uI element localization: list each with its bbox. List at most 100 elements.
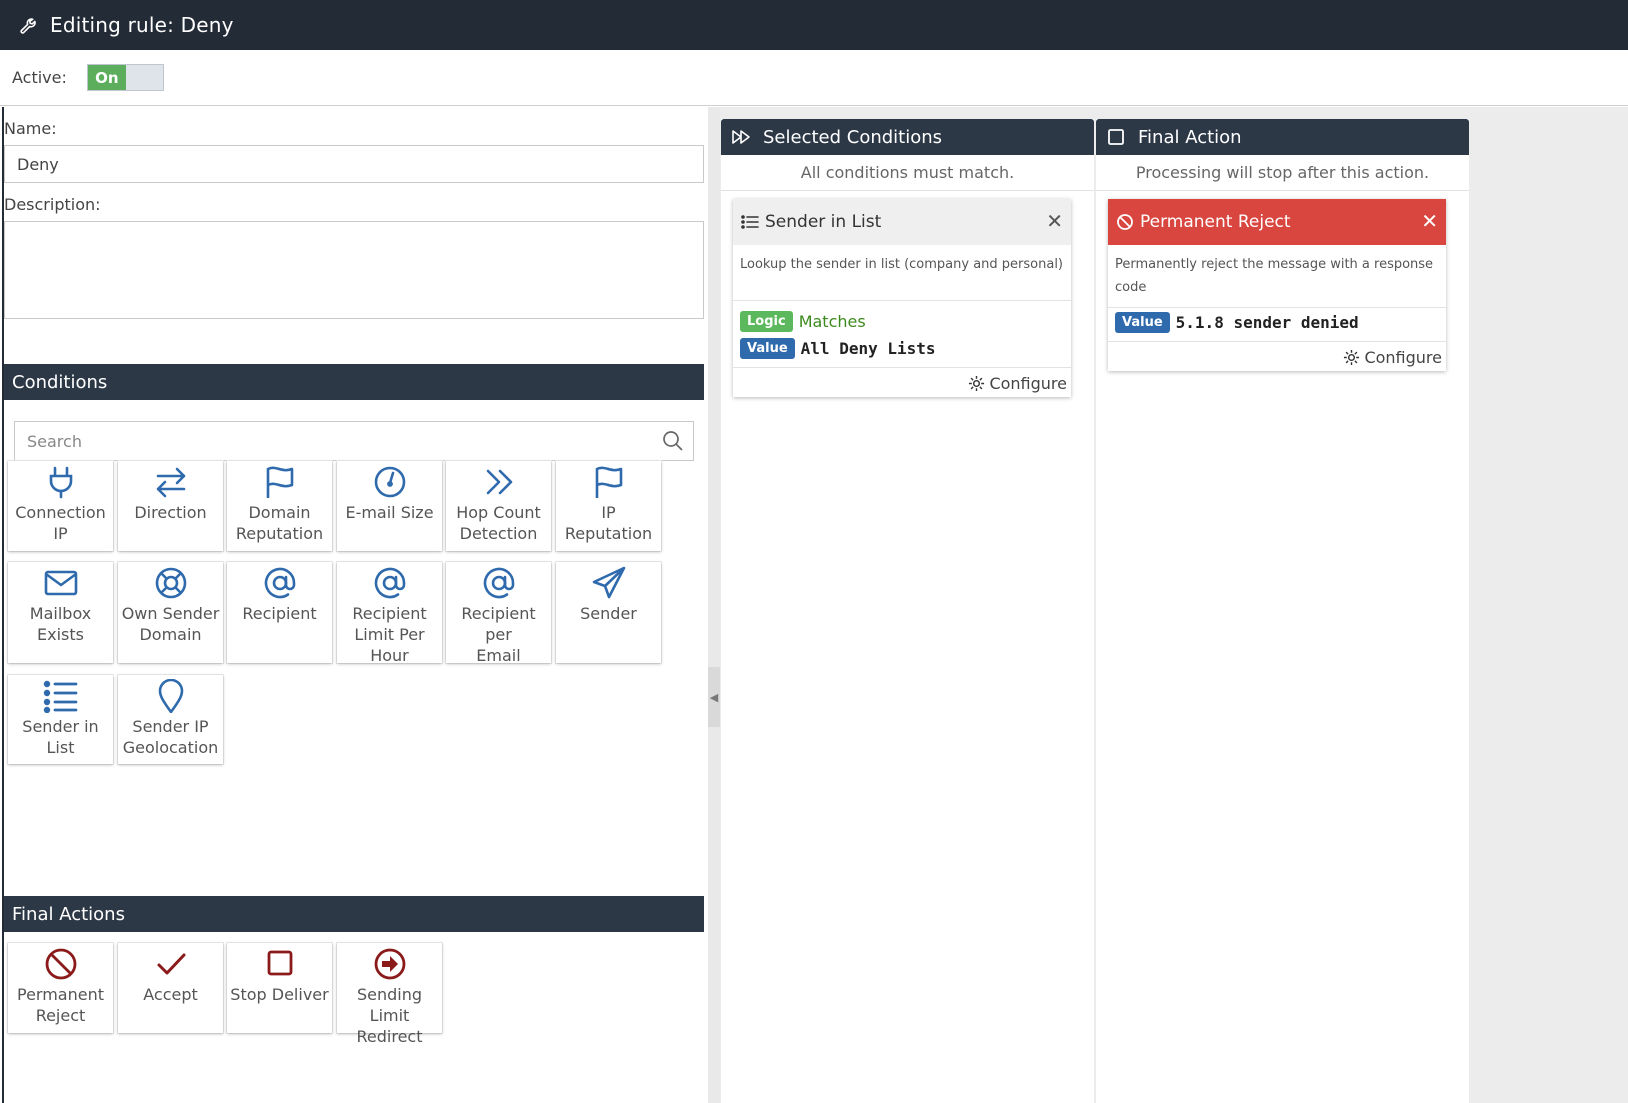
condition-tile-sender-ip-geolocation[interactable]: Sender IP Geolocation bbox=[118, 675, 223, 764]
tile-label: Connection bbox=[15, 503, 106, 522]
conditions-heading: Conditions bbox=[4, 364, 704, 400]
condition-tile-sender[interactable]: Sender bbox=[556, 562, 661, 663]
final-action-header: Final Action bbox=[1096, 119, 1469, 155]
value-row: Value All Deny Lists bbox=[733, 338, 1071, 359]
tile-label: Sender in bbox=[22, 717, 99, 736]
final-action-card-title: Permanent Reject bbox=[1140, 212, 1291, 232]
final-action-card-description: Permanently reject the message with a re… bbox=[1108, 245, 1446, 308]
wrench-icon bbox=[20, 18, 36, 34]
list-icon bbox=[43, 680, 77, 713]
tile-label: Recipient bbox=[352, 604, 427, 623]
flag-icon bbox=[595, 466, 622, 498]
rule-editor-panel: Name: Deny Description: Conditions Searc… bbox=[2, 107, 704, 1103]
tile-label: Own Sender bbox=[121, 604, 220, 623]
square-icon bbox=[1108, 129, 1124, 145]
description-label: Description: bbox=[4, 195, 101, 214]
tile-label: Domain bbox=[139, 625, 202, 644]
tile-label: Permanent bbox=[16, 985, 104, 1004]
final-action-value: 5.1.8 sender denied bbox=[1175, 313, 1359, 332]
configure-button[interactable]: Configure bbox=[733, 367, 1071, 397]
fast-forward-icon bbox=[732, 130, 750, 144]
name-input[interactable]: Deny bbox=[4, 145, 704, 183]
configure-label: Configure bbox=[989, 374, 1067, 393]
page-title: Editing rule: Deny bbox=[50, 13, 234, 37]
condition-tile-mailbox-exists[interactable]: Mailbox Exists bbox=[8, 562, 113, 663]
tile-label: E-mail Size bbox=[345, 503, 434, 522]
paper-plane-icon bbox=[592, 566, 625, 599]
tile-label: Direction bbox=[134, 503, 207, 522]
condition-value: All Deny Lists bbox=[800, 339, 936, 358]
condition-tile-ip-reputation[interactable]: IP Reputation bbox=[556, 461, 661, 551]
flag-icon bbox=[266, 466, 293, 498]
tile-label: Detection bbox=[459, 524, 538, 543]
condition-tile-own-sender-domain[interactable]: Own Sender Domain bbox=[118, 562, 223, 663]
condition-tile-sender-in-list[interactable]: Sender in List bbox=[8, 675, 113, 764]
gear-icon bbox=[1344, 349, 1360, 366]
list-icon bbox=[741, 215, 759, 229]
condition-card-title: Sender in List bbox=[765, 212, 882, 232]
logic-value: Matches bbox=[798, 312, 866, 331]
arrow-circle-right-icon bbox=[374, 948, 405, 980]
condition-tile-email-size[interactable]: E-mail Size bbox=[337, 461, 442, 551]
check-icon bbox=[157, 953, 185, 975]
condition-tile-recipient-limit-per-hour[interactable]: Recipient Limit Per Hour bbox=[337, 562, 442, 665]
conditions-search-input[interactable]: Search bbox=[14, 421, 694, 461]
toggle-off-area bbox=[125, 65, 163, 90]
envelope-icon bbox=[44, 570, 77, 596]
condition-card-description: Lookup the sender in list (company and p… bbox=[733, 245, 1071, 301]
configure-button[interactable]: Configure bbox=[1108, 341, 1446, 371]
final-action-tile-permanent-reject[interactable]: Permanent Reject bbox=[8, 943, 113, 1033]
square-icon bbox=[267, 950, 292, 976]
at-icon bbox=[374, 567, 405, 599]
tile-label: Recipient per bbox=[461, 604, 536, 644]
selected-conditions-subtitle: All conditions must match. bbox=[721, 155, 1094, 191]
tile-label: Stop Deliver bbox=[230, 985, 329, 1004]
tile-label: Email bbox=[476, 646, 521, 665]
final-action-tile-accept[interactable]: Accept bbox=[118, 943, 223, 1033]
toggle-on-label: On bbox=[87, 65, 126, 90]
tile-label: Mailbox bbox=[29, 604, 92, 623]
tile-label: Reject bbox=[35, 1006, 86, 1025]
final-action-tile-sending-limit-redirect[interactable]: Sending Limit Redirect bbox=[337, 943, 442, 1046]
selected-conditions-column: Selected Conditions All conditions must … bbox=[721, 119, 1094, 1103]
description-textarea[interactable] bbox=[4, 221, 704, 319]
plug-icon bbox=[49, 466, 72, 499]
final-action-card-header: Permanent Reject ✕ bbox=[1108, 199, 1446, 245]
condition-tile-recipient-per-email[interactable]: Recipient per Email bbox=[446, 562, 551, 665]
tile-label: Sender IP bbox=[132, 717, 209, 736]
tile-label: Geolocation bbox=[122, 738, 219, 757]
close-icon[interactable]: ✕ bbox=[1046, 209, 1063, 233]
arrows-exchange-icon bbox=[156, 467, 185, 498]
condition-tile-domain-reputation[interactable]: Domain Reputation bbox=[227, 461, 332, 551]
tile-label: IP Reputation bbox=[564, 503, 653, 543]
ban-icon bbox=[45, 948, 76, 980]
tile-label: Reputation bbox=[235, 524, 324, 543]
condition-tile-recipient[interactable]: Recipient bbox=[227, 562, 332, 663]
active-toggle[interactable]: On bbox=[86, 64, 164, 91]
condition-tile-connection-ip[interactable]: Connection IP bbox=[8, 461, 113, 551]
value-badge: Value bbox=[1115, 312, 1170, 333]
name-input-value: Deny bbox=[17, 154, 59, 174]
close-icon[interactable]: ✕ bbox=[1421, 209, 1438, 233]
value-badge: Value bbox=[740, 338, 795, 359]
caret-left-icon: ◀ bbox=[709, 690, 719, 704]
condition-tile-hop-count-detection[interactable]: Hop Count Detection bbox=[446, 461, 551, 551]
final-actions-heading-label: Final Actions bbox=[12, 903, 125, 925]
final-action-tile-stop-deliver[interactable]: Stop Deliver bbox=[227, 943, 332, 1033]
ban-icon bbox=[1117, 214, 1133, 230]
selected-conditions-title: Selected Conditions bbox=[763, 126, 943, 148]
final-action-subtitle: Processing will stop after this action. bbox=[1096, 155, 1469, 191]
gauge-icon bbox=[374, 466, 405, 498]
map-pin-icon bbox=[158, 679, 183, 713]
at-icon bbox=[264, 567, 295, 599]
title-bar: Editing rule: Deny bbox=[0, 0, 1628, 50]
search-icon[interactable] bbox=[661, 429, 685, 453]
tile-label: Limit Per bbox=[354, 625, 425, 644]
collapse-handle[interactable]: ◀ bbox=[708, 667, 720, 727]
condition-card-sender-in-list: Sender in List ✕ Lookup the sender in li… bbox=[733, 199, 1071, 397]
condition-tile-direction[interactable]: Direction bbox=[118, 461, 223, 551]
final-action-title: Final Action bbox=[1138, 126, 1242, 148]
tile-label: Sender bbox=[580, 604, 637, 623]
tile-label: List bbox=[46, 738, 75, 757]
panel-splitter[interactable]: ◀ bbox=[708, 107, 720, 1103]
